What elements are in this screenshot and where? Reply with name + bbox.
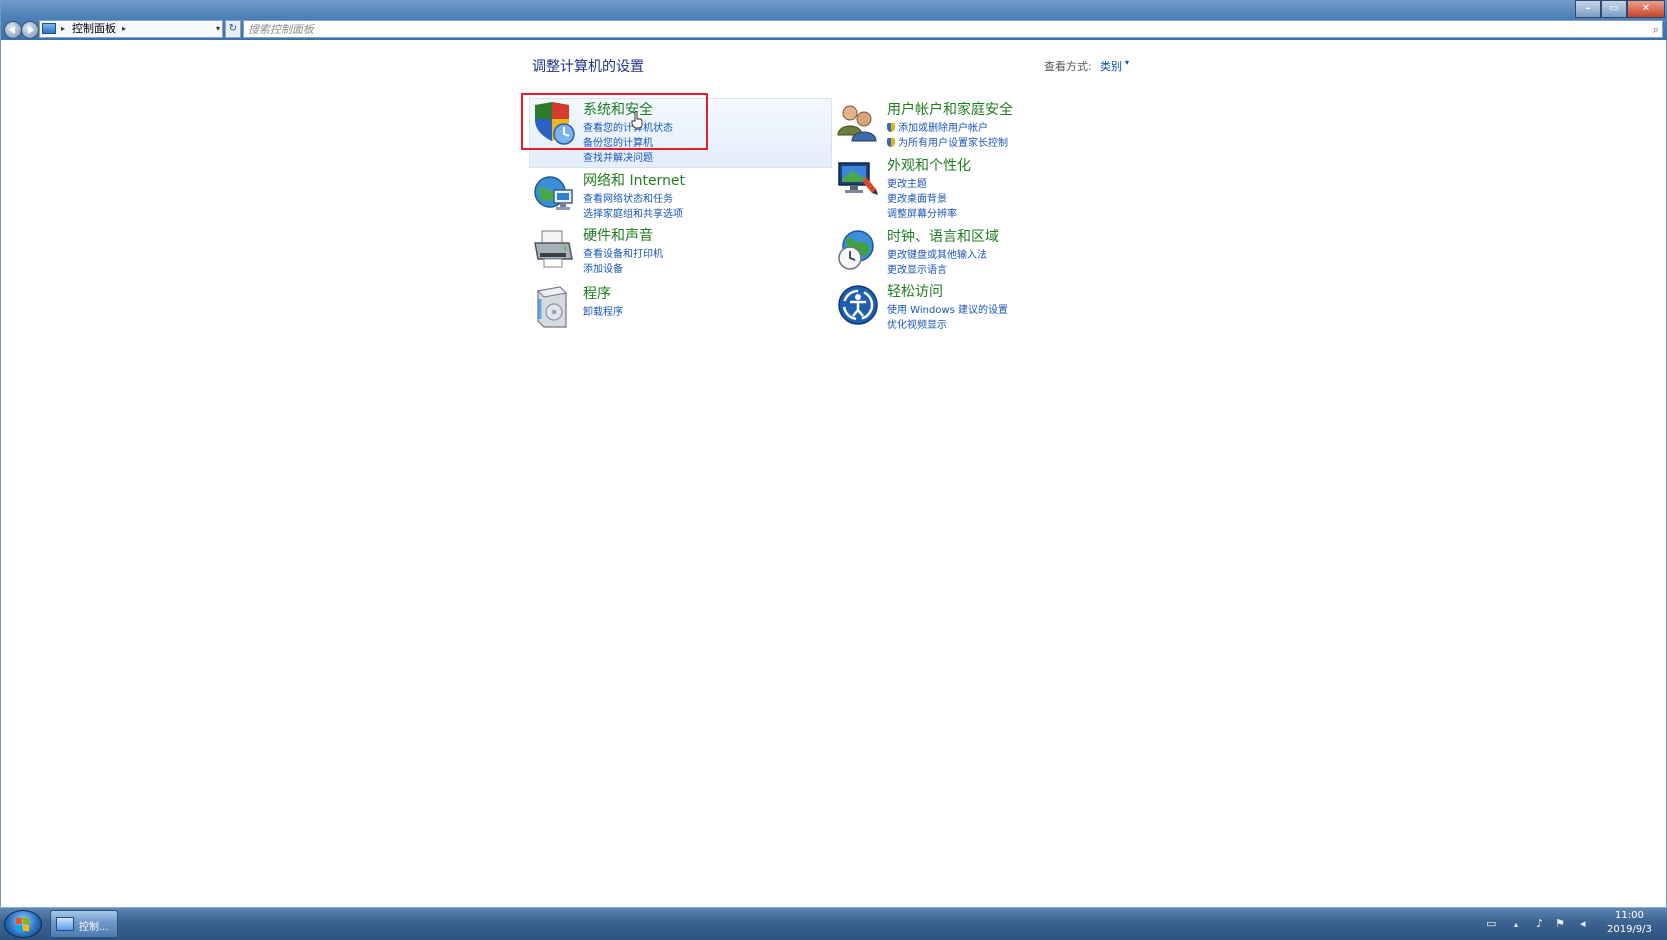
link-view-network-status[interactable]: 查看网络状态和任务 [583,190,673,205]
link-change-keyboard[interactable]: 更改键盘或其他输入法 [887,246,987,261]
taskbar-item-label: 控制... [79,922,109,933]
action-center-flag-icon[interactable]: ⚑ [1555,917,1565,930]
link-devices-printers[interactable]: 查看设备和打印机 [583,245,663,260]
category-appearance[interactable]: 外观和个性化 更改主题 更改桌面背景 调整屏幕分辨率 [836,155,1136,220]
control-panel-window: ▸ 控制面板 ▸ ▾ ↻ ⌕ – ▭ ✕ 调整计算机的设置 查看方式: 类别 ▾… [0,0,1667,907]
taskbar-item-control-panel[interactable]: 控制... [50,910,118,938]
control-panel-icon [56,917,74,931]
breadcrumb-arrow-icon[interactable]: ▸ [61,21,65,37]
minimize-button[interactable]: – [1575,0,1601,18]
clock-time[interactable]: 11:00 [1615,910,1644,921]
link-homegroup-sharing[interactable]: 选择家庭组和共享选项 [583,205,683,220]
category-programs[interactable]: 程序 卸载程序 [532,283,832,347]
category-ease-of-access[interactable]: 轻松访问 使用 Windows 建议的设置 优化视频显示 [836,281,1136,345]
search-input[interactable] [244,21,1642,37]
clock-date[interactable]: 2019/9/3 [1607,924,1652,935]
link-change-display-language[interactable]: 更改显示语言 [887,261,947,276]
monitor-paint-icon [838,162,878,195]
printer-icon [534,230,573,268]
link-text[interactable]: 为所有用户设置家长控制 [898,138,1008,149]
uac-shield-icon [887,123,895,132]
link-find-fix-problems[interactable]: 查找并解决问题 [583,149,653,164]
category-title[interactable]: 外观和个性化 [887,155,971,175]
volume-icon[interactable]: ◂ [1580,917,1586,930]
address-bar[interactable]: ▸ 控制面板 ▸ ▾ [39,20,223,38]
link-parental-controls[interactable]: 为所有用户设置家长控制 [887,134,1008,149]
view-by-dropdown[interactable]: 类别 [1100,58,1122,74]
close-button[interactable]: ✕ [1627,0,1665,18]
show-hidden-icons-icon[interactable]: ▴ [1514,920,1518,929]
category-title[interactable]: 轻松访问 [887,281,943,301]
link-text[interactable]: 添加或删除用户帐户 [898,123,988,134]
address-dropdown-icon[interactable]: ▾ [216,21,220,37]
link-uninstall-program[interactable]: 卸载程序 [583,303,623,318]
globe-network-icon [534,176,573,210]
breadcrumb-arrow-icon[interactable]: ▸ [122,21,126,37]
link-change-desktop-background[interactable]: 更改桌面背景 [887,190,947,205]
keyboard-icon[interactable]: ▭ [1486,917,1496,930]
link-recommended-settings[interactable]: 使用 Windows 建议的设置 [887,301,1008,316]
title-bar: ▸ 控制面板 ▸ ▾ ↻ ⌕ – ▭ ✕ [1,0,1667,40]
refresh-button[interactable]: ↻ [225,20,241,38]
chevron-down-icon[interactable]: ▾ [1125,58,1129,67]
page-title: 调整计算机的设置 [532,59,644,75]
users-icon [837,105,877,142]
maximize-button[interactable]: ▭ [1601,0,1627,18]
link-optimize-display[interactable]: 优化视频显示 [887,316,947,331]
taskbar: 控制... ▭ ▴ ♪ ⚑ ◂ 11:00 2019/9/3 [0,907,1667,940]
uac-shield-icon [887,138,895,147]
windows-logo-icon [16,918,29,931]
start-button[interactable] [4,910,42,938]
forward-button[interactable] [21,21,39,39]
breadcrumb-control-panel[interactable]: 控制面板 [72,21,116,37]
category-title[interactable]: 程序 [583,283,611,303]
link-add-remove-accounts[interactable]: 添加或删除用户帐户 [887,119,988,134]
programs-box-icon [536,286,568,328]
control-panel-icon [42,23,56,34]
back-button[interactable] [4,21,22,39]
category-user-accounts[interactable]: 用户帐户和家庭安全 添加或删除用户帐户 为所有用户设置家长控制 [836,99,1136,163]
highlight-annotation-box [521,93,708,150]
link-adjust-resolution[interactable]: 调整屏幕分辨率 [887,205,957,220]
search-box[interactable]: ⌕ [243,20,1663,38]
notification-icon[interactable]: ♪ [1536,917,1543,930]
category-title[interactable]: 硬件和声音 [583,225,653,245]
category-hardware-sound[interactable]: 硬件和声音 查看设备和打印机 添加设备 [532,225,832,289]
category-title[interactable]: 网络和 Internet [583,170,685,190]
link-add-device[interactable]: 添加设备 [583,260,623,275]
view-by-label: 查看方式: [1044,60,1092,73]
link-change-theme[interactable]: 更改主题 [887,175,927,190]
search-icon[interactable]: ⌕ [1653,22,1659,38]
globe-clock-icon [838,230,874,270]
category-title[interactable]: 时钟、语言和区域 [887,226,999,246]
category-title[interactable]: 用户帐户和家庭安全 [887,99,1013,119]
ease-of-access-icon [838,285,878,325]
hand-cursor-icon [631,111,643,129]
